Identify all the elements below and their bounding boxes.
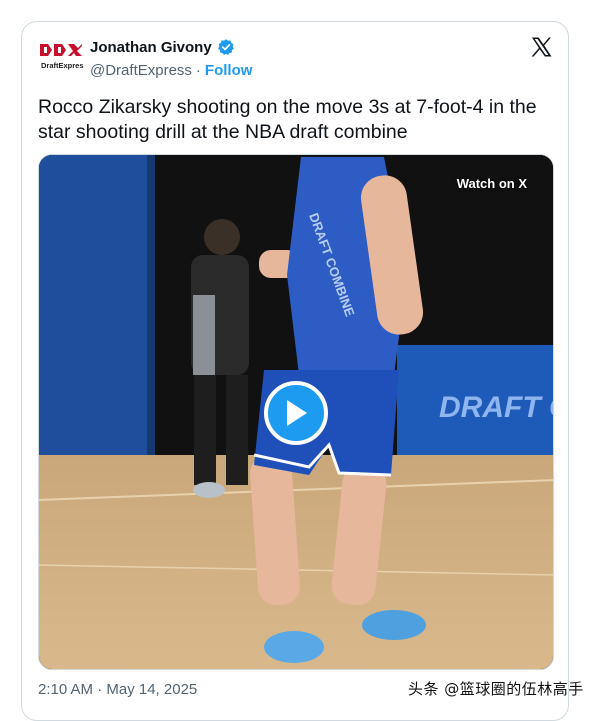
x-logo-icon[interactable] [529, 35, 553, 59]
verified-badge-icon [217, 39, 234, 55]
author-name[interactable]: Jonathan Givony [90, 39, 212, 56]
video-player[interactable]: DRAFT CO DRAFT COMBINE Watch on X [38, 154, 554, 670]
separator-dot: · [195, 62, 201, 79]
watch-on-x-link[interactable]: Watch on X [457, 176, 527, 191]
author-handle-row: @DraftExpress · Follow [90, 62, 252, 79]
author-handle[interactable]: @DraftExpress [90, 62, 192, 79]
author-name-row[interactable]: Jonathan Givony [90, 38, 235, 56]
banner-text: DRAFT CO [439, 391, 554, 424]
watermark: 头条 @篮球圈的伍林高手 [408, 680, 584, 698]
follow-button[interactable]: Follow [205, 62, 253, 79]
draftexpress-logo-icon [40, 44, 82, 56]
avatar[interactable]: DraftExpress [38, 40, 84, 74]
avatar-logo-text: DraftExpress [41, 61, 84, 70]
tweet-timestamp[interactable]: 2:10 AM · May 14, 2025 [38, 681, 197, 698]
tweet-text: Rocco Zikarsky shooting on the move 3s a… [38, 96, 537, 143]
play-button[interactable] [264, 381, 328, 445]
play-icon [287, 400, 307, 426]
